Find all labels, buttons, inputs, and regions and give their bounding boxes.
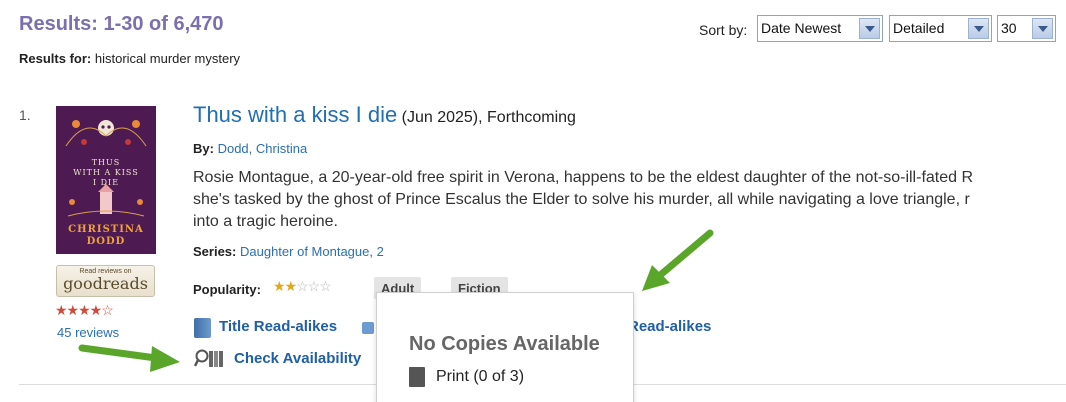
green-arrow-icon	[642, 229, 714, 291]
goodreads-badge[interactable]: Read reviews on goodreads	[56, 265, 155, 297]
check-availability-link[interactable]: Check Availability	[234, 350, 361, 367]
author-line: By: Dodd, Christina	[193, 141, 307, 156]
cover-author: CHRISTINA DODD	[68, 224, 144, 247]
result-summary: Rosie Montague, a 20-year-old free spiri…	[193, 167, 1066, 233]
green-arrow-icon	[78, 344, 180, 372]
title-readalikes-link[interactable]: Title Read-alikes	[219, 318, 337, 335]
sort-by-label: Sort by:	[699, 22, 748, 38]
popularity-label: Popularity:	[193, 282, 261, 297]
author-link[interactable]: Dodd, Christina	[218, 141, 308, 156]
results-for-query: historical murder mystery	[94, 51, 241, 66]
print-availability: Print (0 of 3)	[436, 368, 525, 385]
view-mode-value: Detailed	[893, 20, 945, 36]
view-mode-select[interactable]: Detailed	[889, 15, 992, 42]
summary-line: Rosie Montague, a 20-year-old free spiri…	[193, 169, 974, 186]
per-page-value: 30	[1001, 20, 1017, 36]
result-title-meta: (Jun 2025), Forthcoming	[397, 109, 576, 126]
results-for-label: Results for:	[19, 51, 92, 66]
chevron-down-icon[interactable]	[1032, 18, 1053, 39]
magnifier-books-icon	[194, 349, 223, 367]
popup-heading: No Copies Available	[409, 333, 600, 355]
by-label: By:	[193, 141, 214, 156]
availability-popup: No Copies Available Print (0 of 3)	[376, 292, 634, 402]
chevron-down-icon[interactable]	[859, 18, 880, 39]
series-line: Series: Daughter of Montague, 2	[193, 244, 384, 259]
summary-line: she's tasked by the ghost of Prince Esca…	[193, 191, 970, 208]
series-label: Series:	[193, 244, 237, 259]
series-link[interactable]: Daughter of Montague, 2	[240, 244, 384, 259]
popularity-stars: ★★☆☆☆	[273, 278, 332, 295]
result-title-line: Thus with a kiss I die (Jun 2025), Forth…	[193, 102, 576, 128]
goodreads-rating-stars: ★★★★☆	[55, 302, 114, 318]
chevron-down-icon[interactable]	[968, 18, 989, 39]
result-title-link[interactable]: Thus with a kiss I die	[193, 102, 397, 127]
per-page-select[interactable]: 30	[997, 15, 1056, 42]
results-count-title: Results: 1-30 of 6,470	[19, 13, 224, 35]
readalike-icon	[362, 322, 374, 334]
other-readalikes-link[interactable]: Read-alikes	[628, 318, 711, 335]
sort-order-select[interactable]: Date Newest	[757, 15, 883, 42]
star-filled-icon: ★★	[273, 278, 297, 294]
sort-order-value: Date Newest	[761, 20, 842, 36]
print-book-icon	[409, 367, 425, 387]
book-icon	[194, 318, 211, 338]
star-empty-icon: ☆☆☆	[296, 278, 332, 294]
result-number: 1.	[19, 107, 31, 123]
goodreads-logo: goodreads	[63, 274, 148, 293]
cover-title: THUS WITH A KISS I DIE	[73, 158, 139, 187]
book-cover[interactable]: THUS WITH A KISS I DIE CHRISTINA DODD	[56, 106, 156, 254]
results-for-line: Results for: historical murder mystery	[19, 51, 240, 66]
